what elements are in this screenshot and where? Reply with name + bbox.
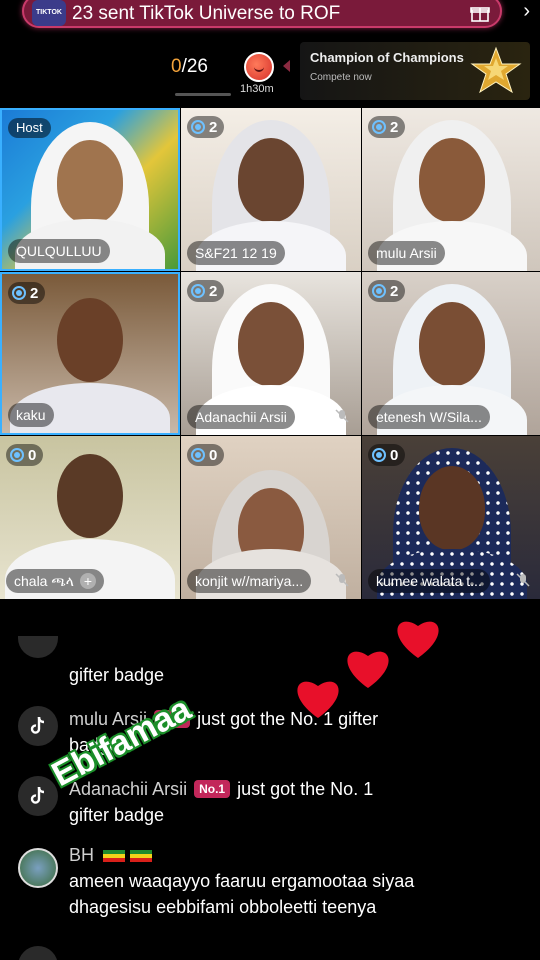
champion-banner[interactable]: Champion of Champions Compete now <box>300 42 530 100</box>
guest-count: 0/26 <box>171 56 208 78</box>
participant-name[interactable]: etenesh W/Sila... <box>368 405 490 429</box>
viewer-count-badge: 2 <box>8 282 46 304</box>
chevron-right-icon[interactable]: › <box>523 0 530 23</box>
eye-icon <box>12 286 26 300</box>
champion-subtitle: Compete now <box>310 72 372 83</box>
participant-name[interactable]: chala ጫላ + <box>6 569 104 593</box>
flag-icon <box>103 850 126 862</box>
video-tile[interactable]: 0 konjit w//mariya... <box>181 436 361 599</box>
participant-name[interactable]: konjit w//mariya... <box>187 569 312 593</box>
heart-icon <box>347 651 389 688</box>
tiktok-logo-icon <box>30 716 45 734</box>
participant-name[interactable]: kaku <box>8 403 54 427</box>
gifter-rank-badge: No.1 <box>194 780 231 798</box>
gift-banner[interactable]: TIKTOK 23 sent TikTok Universe to ROF <box>22 0 502 28</box>
collapse-arrow-icon[interactable] <box>283 60 290 72</box>
mute-icon <box>335 573 349 587</box>
eye-icon <box>372 120 386 134</box>
eye-icon <box>372 284 386 298</box>
guest-count-total: /26 <box>181 56 208 77</box>
comment-avatar[interactable] <box>18 946 58 960</box>
participant-name[interactable]: kumee walata t... <box>368 569 490 593</box>
viewer-count-badge: 2 <box>187 280 225 302</box>
tiktok-logo-icon: TIKTOK <box>32 0 66 26</box>
viewer-count-badge: 2 <box>368 116 406 138</box>
gift-icon[interactable] <box>470 3 490 23</box>
eye-icon <box>372 448 386 462</box>
follow-plus-button[interactable]: + <box>79 573 96 589</box>
comment-avatar[interactable] <box>18 636 58 658</box>
video-tile[interactable]: 2 S&F21 12 19 <box>181 108 361 271</box>
video-tile[interactable]: 0 chala ጫላ + <box>0 436 180 599</box>
flag-icon <box>130 850 153 862</box>
champion-title: Champion of Champions <box>310 50 464 65</box>
eye-icon <box>191 284 205 298</box>
viewer-count-badge: 2 <box>187 116 225 138</box>
comment-text: Adanachii Arsii No.1 just got the No. 1 … <box>69 779 374 825</box>
video-tile[interactable]: 2 kaku <box>0 272 180 435</box>
comment-avatar[interactable] <box>18 776 58 816</box>
participant-name[interactable]: QULQULLUU <box>8 239 110 263</box>
video-tile-host[interactable]: Host QULQULLUU <box>0 108 180 271</box>
viewer-count-badge: 0 <box>6 444 44 466</box>
tiktok-logo-icon <box>30 786 45 804</box>
mute-icon <box>335 409 349 423</box>
video-tile[interactable]: 0 kumee walata t... <box>362 436 540 599</box>
heart-icon <box>297 681 339 718</box>
gift-banner-text: 23 sent TikTok Universe to ROF <box>72 3 341 24</box>
comment-avatar[interactable] <box>18 706 58 746</box>
comment-feed[interactable]: gifter badge mulu Arsii No.1 just got th… <box>0 636 540 960</box>
trophy-icon <box>470 46 522 94</box>
eye-icon <box>10 448 24 462</box>
viewer-count-badge: 0 <box>187 444 225 466</box>
video-tile[interactable]: 2 etenesh W/Sila... <box>362 272 540 435</box>
eye-icon <box>191 448 205 462</box>
mute-icon <box>516 573 530 587</box>
host-badge: Host <box>8 118 51 138</box>
tomato-timer-icon[interactable] <box>244 52 274 82</box>
eye-icon <box>191 120 205 134</box>
viewer-count-badge: 0 <box>368 444 406 466</box>
participant-name[interactable]: Adanachii Arsii <box>187 405 295 429</box>
guest-count-progress <box>175 93 231 96</box>
video-grid: Host QULQULLUU 2 S&F21 12 19 2 mulu Arsi… <box>0 108 540 599</box>
video-tile[interactable]: 2 mulu Arsii <box>362 108 540 271</box>
heart-icon <box>397 621 439 658</box>
comment-text: BH ameen waaqayyo faaruu ergamootaa siya… <box>69 845 415 917</box>
participant-name[interactable]: S&F21 12 19 <box>187 241 285 265</box>
guest-count-current: 0 <box>171 56 182 77</box>
comment-avatar[interactable] <box>18 848 58 888</box>
video-tile[interactable]: 2 Adanachii Arsii <box>181 272 361 435</box>
viewer-count-badge: 2 <box>368 280 406 302</box>
participant-name[interactable]: mulu Arsii <box>368 241 445 265</box>
comment-username[interactable]: BH <box>69 845 94 865</box>
comment-text: gifter badge <box>69 665 165 685</box>
timer-text: 1h30m <box>240 83 274 95</box>
